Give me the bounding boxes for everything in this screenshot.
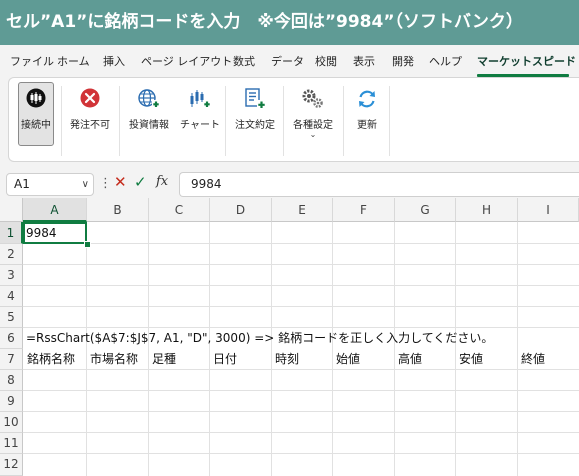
chevron-down-icon[interactable]: ∨ xyxy=(82,174,89,195)
gridline xyxy=(23,369,579,370)
row-header-3[interactable]: 3 xyxy=(0,265,23,286)
instruction-banner-text: セル”A1”に銘柄コードを入力 ※今回は”9984”（ソフトバンク） xyxy=(6,12,523,32)
refresh-button[interactable]: 更新 xyxy=(347,78,387,162)
formula-input[interactable]: 9984 xyxy=(179,172,579,197)
cell-b7[interactable]: 市場名称 xyxy=(87,349,138,369)
tab-review[interactable]: 校閲 xyxy=(315,53,337,69)
tab-file[interactable]: ファイル xyxy=(10,53,54,69)
row-header-8[interactable]: 8 xyxy=(0,370,23,391)
column-header-h[interactable]: H xyxy=(456,198,518,222)
ribbon-panel: 接続中 発注不可 投資情報 チャート 注文約定 各種設定 ⌄ 更新 xyxy=(8,77,579,162)
ribbon-separator xyxy=(119,86,120,156)
gridline xyxy=(23,432,579,433)
chart-button[interactable]: チャート xyxy=(177,78,223,162)
ribbon-separator xyxy=(225,86,226,156)
tab-marketspeed[interactable]: マーケットスピード II xyxy=(477,53,579,69)
cancel-entry-icon[interactable]: ✕ xyxy=(114,173,127,191)
formula-bar-options-icon[interactable]: ⋮ xyxy=(99,176,112,191)
column-header-b[interactable]: B xyxy=(87,198,149,222)
connected-button[interactable]: 接続中 xyxy=(15,78,57,162)
investment-info-button[interactable]: 投資情報 xyxy=(123,78,175,162)
spreadsheet-grid: A B C D E F G H I 1 2 3 4 5 6 7 8 9 10 1… xyxy=(0,198,579,476)
row-header-2[interactable]: 2 xyxy=(0,244,23,265)
column-header-c[interactable]: C xyxy=(149,198,210,222)
cell-a6-formula-result[interactable]: =RssChart($A$7:$J$7, A1, "D", 3000) => 銘… xyxy=(23,328,493,348)
select-all-corner[interactable] xyxy=(0,198,23,222)
gears-icon xyxy=(301,88,325,114)
cell-i7[interactable]: 終値 xyxy=(518,349,545,369)
row-header-11[interactable]: 11 xyxy=(0,433,23,454)
tab-page-layout[interactable]: ページ レイアウト xyxy=(141,53,232,69)
ribbon-separator xyxy=(343,86,344,156)
settings-label: 各種設定 xyxy=(293,120,333,131)
order-execution-button[interactable]: 注文約定 xyxy=(229,78,281,162)
row-header-4[interactable]: 4 xyxy=(0,286,23,307)
tab-developer[interactable]: 開発 xyxy=(392,53,414,69)
error-x-icon xyxy=(80,88,100,112)
chevron-down-icon: ⌄ xyxy=(309,130,317,139)
settings-button[interactable]: 各種設定 ⌄ xyxy=(287,78,339,162)
column-header-g[interactable]: G xyxy=(395,198,456,222)
tab-view[interactable]: 表示 xyxy=(353,53,375,69)
active-cell-border xyxy=(23,222,87,244)
row-header-5[interactable]: 5 xyxy=(0,307,23,328)
cell-f7[interactable]: 始値 xyxy=(333,349,360,369)
cell-g7[interactable]: 高値 xyxy=(395,349,422,369)
confirm-entry-icon[interactable]: ✓ xyxy=(134,173,147,191)
investment-info-label: 投資情報 xyxy=(129,120,169,131)
insert-function-icon[interactable]: fx xyxy=(156,174,168,189)
candlestick-connected-icon xyxy=(26,88,46,112)
cell-e7[interactable]: 時刻 xyxy=(272,349,299,369)
chart-label: チャート xyxy=(180,120,220,131)
tab-help[interactable]: ヘルプ xyxy=(429,53,462,69)
tab-home[interactable]: ホーム xyxy=(57,53,90,69)
column-header-d[interactable]: D xyxy=(210,198,272,222)
tab-formulas[interactable]: 数式 xyxy=(233,53,255,69)
column-header-f[interactable]: F xyxy=(333,198,395,222)
document-plus-icon xyxy=(243,88,267,114)
gridline xyxy=(23,285,579,286)
row-header-1[interactable]: 1 xyxy=(0,222,23,244)
order-execution-label: 注文約定 xyxy=(235,120,275,131)
gridline xyxy=(23,390,579,391)
ribbon-tab-bar: ファイル ホーム 挿入 ページ レイアウト 数式 データ 校閲 表示 開発 ヘル… xyxy=(0,45,579,77)
name-box[interactable]: A1 ∨ xyxy=(6,173,94,196)
row-header-10[interactable]: 10 xyxy=(0,412,23,433)
order-disabled-button[interactable]: 発注不可 xyxy=(65,78,115,162)
refresh-icon xyxy=(356,88,378,114)
column-header-i[interactable]: I xyxy=(518,198,579,222)
ribbon-separator xyxy=(283,86,284,156)
cell-d7[interactable]: 日付 xyxy=(210,349,237,369)
row-header-7[interactable]: 7 xyxy=(0,349,23,370)
gridline xyxy=(23,243,579,244)
gridline xyxy=(23,264,579,265)
row-header-9[interactable]: 9 xyxy=(0,391,23,412)
chart-plus-icon xyxy=(188,88,212,114)
row-header-6[interactable]: 6 xyxy=(0,328,23,349)
gridline xyxy=(23,306,579,307)
fill-handle[interactable] xyxy=(84,241,91,248)
cell-h7[interactable]: 安値 xyxy=(456,349,483,369)
ribbon-separator xyxy=(389,86,390,156)
row-header-12[interactable]: 12 xyxy=(0,454,23,476)
gridline xyxy=(23,411,579,412)
name-box-value: A1 xyxy=(14,177,30,191)
order-disabled-label: 発注不可 xyxy=(70,120,110,131)
formula-input-value: 9984 xyxy=(191,177,222,191)
ribbon-separator xyxy=(61,86,62,156)
tab-insert[interactable]: 挿入 xyxy=(103,53,125,69)
refresh-label: 更新 xyxy=(357,120,377,131)
cell-a7[interactable]: 銘柄名称 xyxy=(24,349,75,369)
globe-plus-icon xyxy=(137,88,161,114)
gridline xyxy=(23,453,579,454)
tab-data[interactable]: データ xyxy=(271,53,304,69)
cell-c7[interactable]: 足種 xyxy=(149,349,176,369)
column-header-e[interactable]: E xyxy=(272,198,333,222)
column-header-a[interactable]: A xyxy=(23,198,87,222)
instruction-banner: セル”A1”に銘柄コードを入力 ※今回は”9984”（ソフトバンク） xyxy=(0,0,579,45)
connected-label: 接続中 xyxy=(21,120,51,131)
